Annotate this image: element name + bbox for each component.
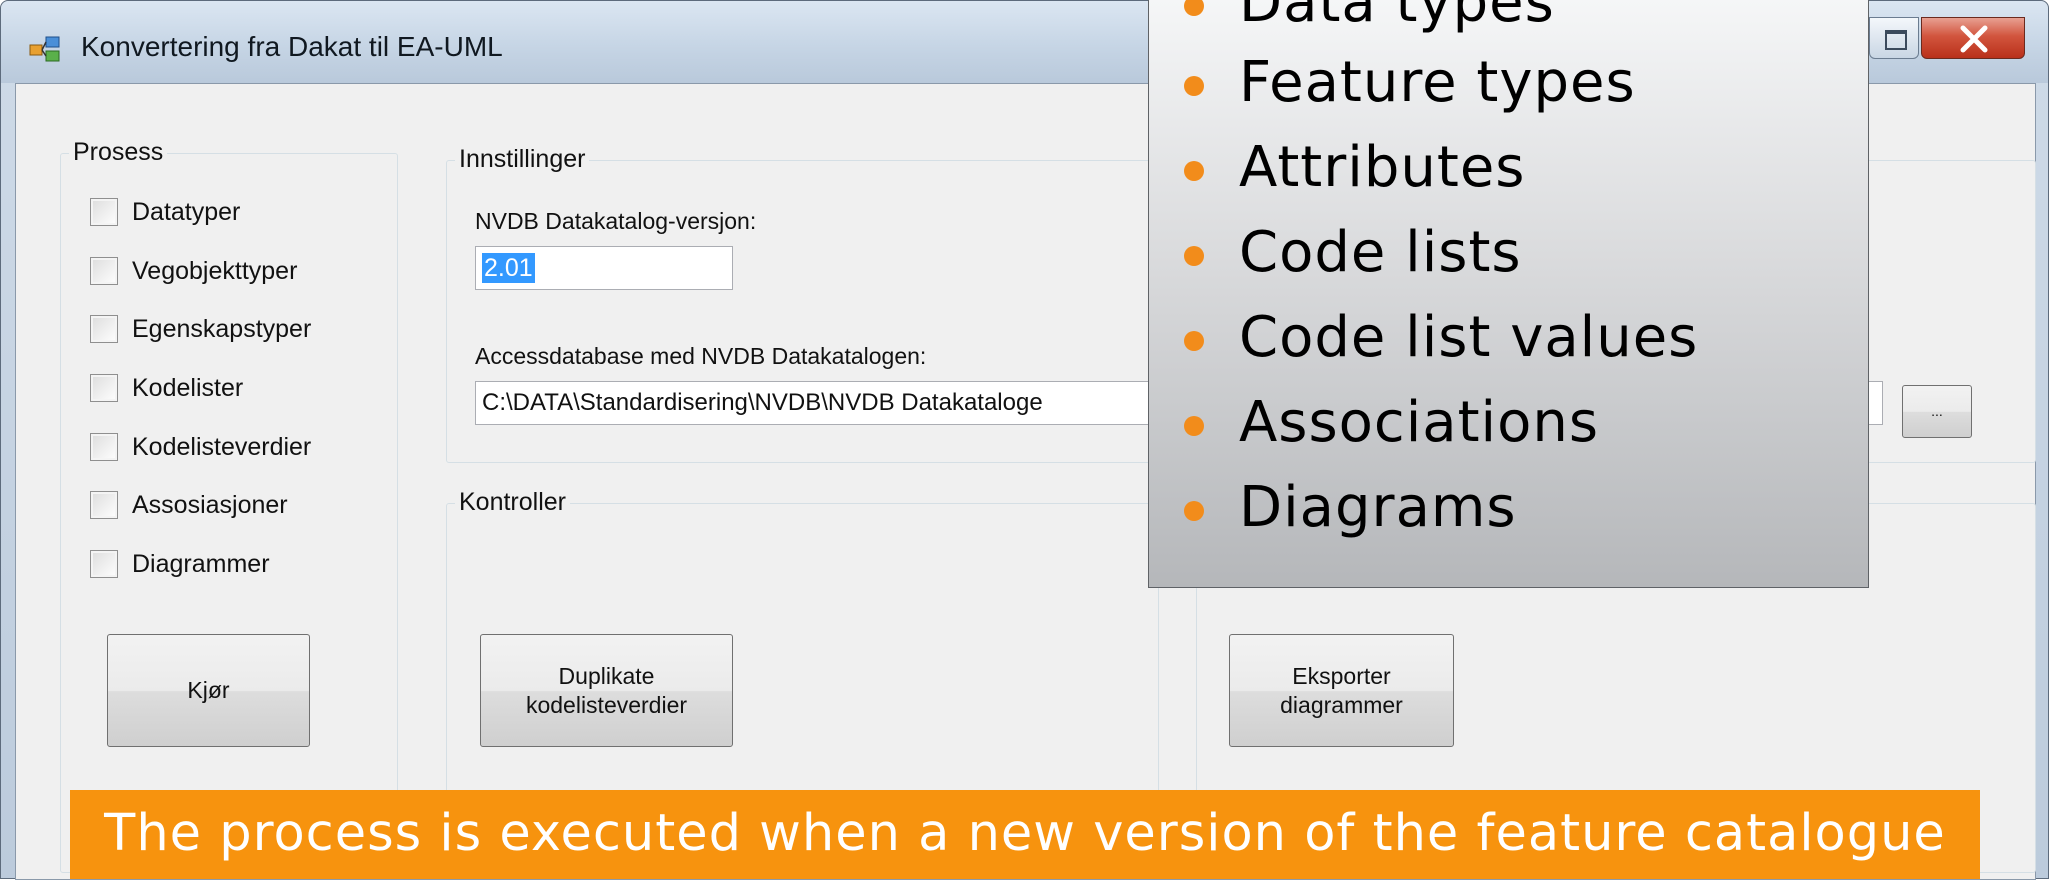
checkbox-label: Diagrammer [132,549,270,578]
checkbox-datatyper[interactable]: Datatyper [90,196,240,228]
bullet-dot [1184,501,1204,521]
export-diagrams-button[interactable]: Eksporter diagrammer [1229,634,1454,747]
checkbox-assosiasjoner[interactable]: Assosiasjoner [90,489,288,521]
checkbox-label: Assosiasjoner [132,490,288,519]
run-button[interactable]: Kjør [107,634,310,747]
bullet-item: Diagrams [1184,475,1517,540]
access-label: Accessdatabase med NVDB Datakatalogen: [475,343,927,369]
checkbox-box[interactable] [90,550,118,578]
checkbox-kodelister[interactable]: Kodelister [90,372,243,404]
bullet-text: Data types [1239,0,1555,35]
window-title: Konvertering fra Dakat til EA-UML [81,31,503,62]
bullet-dot [1184,76,1204,96]
export-button-line1: Eksporter [1292,662,1391,689]
version-input[interactable]: 2.01 [475,246,733,290]
access-path-value: C:\DATA\Standardisering\NVDB\NVDB Dataka… [482,389,1043,416]
version-value: 2.01 [482,253,535,283]
bullet-item: Feature types [1184,50,1636,115]
checkbox-kodelisteverdier[interactable]: Kodelisteverdier [90,431,311,463]
checkbox-box[interactable] [90,491,118,519]
bullet-text: Feature types [1239,50,1636,115]
checkbox-box[interactable] [90,315,118,343]
checkbox-egenskapstyper[interactable]: Egenskapstyper [90,313,311,345]
bullet-text: Code list values [1239,305,1699,370]
bullet-item: Attributes [1184,135,1526,200]
maximize-button[interactable] [1869,17,1919,59]
bullet-dot [1184,161,1204,181]
bullet-list-panel: Data types Feature types Attributes Code… [1148,0,1869,588]
browse-button-label: ... [1931,403,1943,419]
browse-button[interactable]: ... [1902,385,1972,438]
bullet-item: Associations [1184,390,1600,455]
export-button-line2: diagrammer [1280,691,1403,718]
checkbox-box[interactable] [90,198,118,226]
checkbox-label: Egenskapstyper [132,314,312,343]
bullet-dot [1184,246,1204,266]
kontroller-legend: Kontroller [455,488,570,517]
caption-text: The process is executed when a new versi… [104,804,1946,863]
close-icon [1960,25,1988,53]
app-icon [29,36,60,62]
duplicate-codes-button[interactable]: Duplikate kodelisteverdier [480,634,733,747]
checkbox-label: Vegobjekttyper [132,256,298,285]
checkbox-label: Datatyper [132,197,241,226]
prosess-legend: Prosess [69,138,168,167]
checkbox-vegobjekttyper[interactable]: Vegobjekttyper [90,255,297,287]
bullet-text: Associations [1239,390,1600,455]
innstillinger-legend: Innstillinger [455,145,590,174]
bullet-text: Attributes [1239,135,1526,200]
run-button-label: Kjør [187,677,230,703]
bullet-dot [1184,416,1204,436]
checkbox-diagrammer[interactable]: Diagrammer [90,548,270,580]
duplicate-button-line2: kodelisteverdier [525,691,688,718]
checkbox-label: Kodelisteverdier [132,432,312,461]
bullet-dot [1184,331,1204,351]
checkbox-label: Kodelister [132,373,244,402]
checkbox-box[interactable] [90,257,118,285]
close-button[interactable] [1921,17,2025,59]
bullet-item: Data types [1184,0,1555,35]
bullet-item: Code list values [1184,305,1699,370]
bullet-dot [1184,0,1204,16]
bullet-text: Code lists [1239,220,1522,285]
caption-banner: The process is executed when a new versi… [70,790,1980,879]
bullet-item: Code lists [1184,220,1522,285]
version-label: NVDB Datakatalog-versjon: [475,208,757,234]
duplicate-button-line1: Duplikate [558,662,655,689]
bullet-text: Diagrams [1239,475,1517,540]
checkbox-box[interactable] [90,433,118,461]
checkbox-box[interactable] [90,374,118,402]
